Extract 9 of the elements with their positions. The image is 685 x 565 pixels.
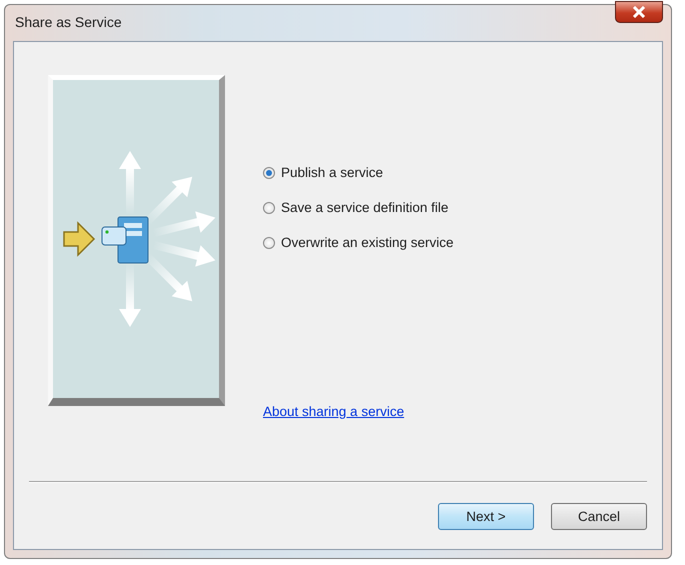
dialog-button[interactable]: Next > [438,502,534,530]
radio-option[interactable]: Overwrite an existing service [263,235,454,250]
window-title: Share as Service [14,14,122,30]
close-button[interactable] [615,1,663,23]
radio-option[interactable]: Publish a service [263,165,454,180]
dialog-button[interactable]: Cancel [551,502,647,530]
close-icon [632,6,646,18]
help-link[interactable]: About sharing a service [263,404,454,419]
radio-option[interactable]: Save a service definition file [263,200,454,215]
